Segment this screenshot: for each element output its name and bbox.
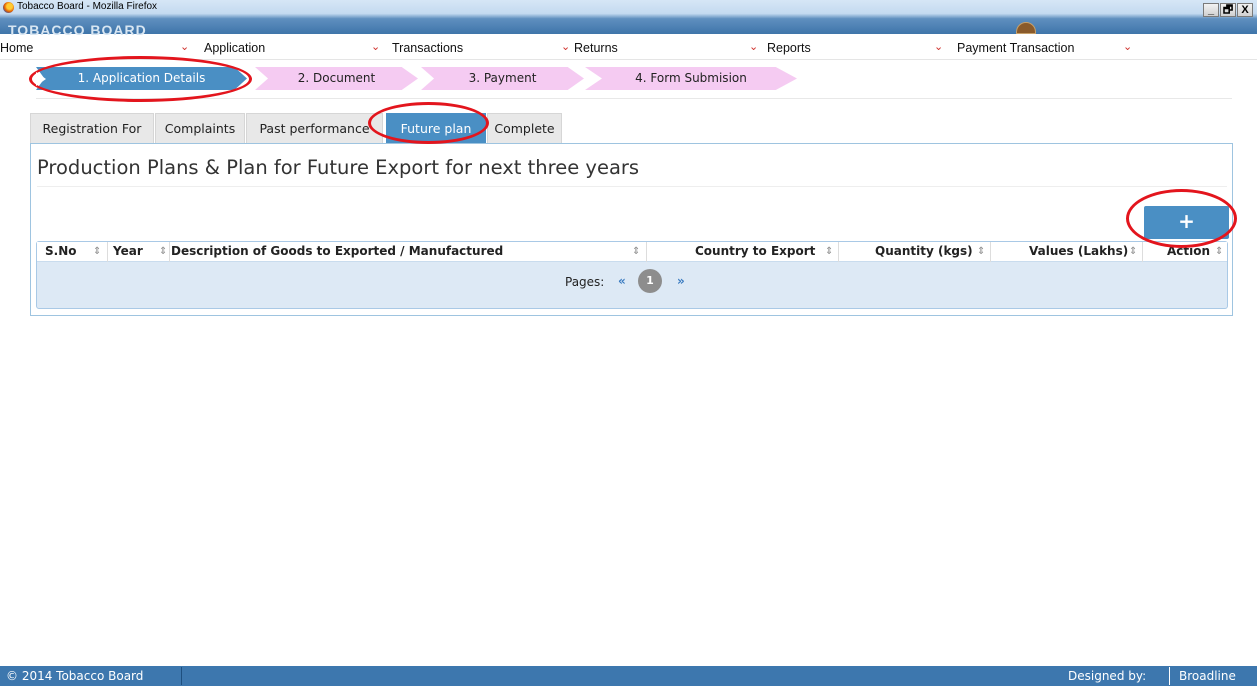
wizard-step-form-submission[interactable]: 4. Form Submision — [585, 67, 797, 90]
column-header-label: Year — [113, 244, 143, 258]
wizard-step-label: 4. Form Submision — [635, 71, 747, 85]
chevron-down-icon: ⌄ — [371, 41, 381, 53]
sort-icon: ⇕ — [159, 246, 168, 257]
emblem-icon — [1016, 22, 1036, 34]
wizard-step-application-details[interactable]: 1. Application Details — [36, 67, 247, 90]
wizard-step-label: 2. Document — [297, 71, 376, 85]
column-header-label: S.No — [45, 244, 77, 258]
restore-button[interactable]: 🗗 — [1220, 3, 1236, 17]
sort-icon: ⇕ — [825, 246, 834, 257]
wizard-step-label: 1. Application Details — [77, 71, 206, 85]
column-header-values[interactable]: Values (Lakhs) ⇕ — [991, 242, 1143, 262]
chevron-down-icon: ⌄ — [561, 41, 571, 53]
divider — [181, 667, 182, 685]
application-wizard: 1. Application Details 2. Document 3. Pa… — [0, 60, 1257, 100]
column-header-description[interactable]: Description of Goods to Exported / Manuf… — [170, 242, 647, 262]
menu-reports-label: Reports — [767, 41, 811, 55]
pager-next-button[interactable]: » — [677, 274, 685, 288]
window-title: Tobacco Board - Mozilla Firefox — [17, 1, 158, 12]
window-title-bar: Tobacco Board - Mozilla Firefox TOBACCO … — [0, 0, 1257, 38]
minimize-button[interactable]: _ — [1203, 3, 1219, 17]
pager: Pages: « 1 » — [37, 268, 1227, 298]
column-header-label: Action — [1167, 244, 1211, 258]
menu-payment-transaction[interactable]: Payment Transaction ⌄ — [952, 39, 1142, 57]
header-brand-logo: TOBACCO BOARD — [8, 22, 147, 38]
tab-registration-for[interactable]: Registration For — [30, 113, 154, 143]
future-plan-grid: S.No ⇕ Year ⇕ Description of Goods to Ex… — [36, 241, 1228, 309]
window-controls: _ 🗗 X — [1203, 3, 1253, 17]
sort-icon: ⇕ — [977, 246, 986, 257]
future-plan-panel: Production Plans & Plan for Future Expor… — [30, 143, 1233, 316]
step-arrow-icon — [36, 72, 46, 86]
pager-label: Pages: — [565, 275, 605, 289]
chevron-down-icon: ⌄ — [749, 41, 759, 53]
menu-returns[interactable]: Returns ⌄ — [572, 39, 762, 57]
footer-designed-by: Designed by: — [1068, 669, 1147, 683]
menu-reports[interactable]: Reports ⌄ — [762, 39, 952, 57]
chevron-down-icon: ⌄ — [180, 41, 190, 53]
divider — [36, 98, 1232, 99]
sort-icon: ⇕ — [1215, 246, 1224, 257]
close-window-button[interactable]: X — [1237, 3, 1253, 17]
main-menu-bar: Home ⌄ Application ⌄ Transactions ⌄ Retu… — [0, 37, 1257, 60]
chevron-down-icon: ⌄ — [1123, 41, 1133, 53]
menu-transactions-label: Transactions — [392, 41, 464, 55]
tab-complaints[interactable]: Complaints — [155, 113, 245, 143]
menu-transactions[interactable]: Transactions ⌄ — [382, 39, 572, 57]
menu-application-label: Application — [204, 41, 266, 55]
divider — [37, 186, 1227, 187]
column-header-label: Values (Lakhs) — [1029, 244, 1129, 258]
column-header-label: Quantity (kgs) — [875, 244, 973, 258]
column-header-label: Description of Goods to Exported / Manuf… — [171, 244, 504, 258]
menu-application[interactable]: Application ⌄ — [192, 39, 382, 57]
firefox-icon — [3, 2, 14, 13]
sort-icon: ⇕ — [632, 246, 641, 257]
pager-page-current[interactable]: 1 — [638, 269, 662, 293]
tab-past-performance[interactable]: Past performance — [246, 113, 383, 143]
sort-icon: ⇕ — [1129, 246, 1138, 257]
column-header-year[interactable]: Year ⇕ — [108, 242, 170, 262]
sort-icon: ⇕ — [93, 246, 102, 257]
column-header-country[interactable]: Country to Export ⇕ — [647, 242, 839, 262]
menu-home-label: Home — [0, 41, 34, 55]
grid-header: S.No ⇕ Year ⇕ Description of Goods to Ex… — [37, 242, 1227, 262]
column-header-action[interactable]: Action ⇕ — [1143, 242, 1227, 262]
menu-payment-transaction-label: Payment Transaction — [957, 41, 1075, 55]
wizard-step-document[interactable]: 2. Document — [255, 67, 418, 90]
page-footer: © 2014 Tobacco Board Designed by: Broadl… — [0, 666, 1257, 686]
wizard-step-payment[interactable]: 3. Payment — [421, 67, 584, 90]
panel-title: Production Plans & Plan for Future Expor… — [37, 156, 640, 179]
column-header-quantity[interactable]: Quantity (kgs) ⇕ — [839, 242, 991, 262]
footer-brand-link[interactable]: Broadline — [1179, 666, 1236, 686]
menu-returns-label: Returns — [574, 41, 618, 55]
tab-future-plan[interactable]: Future plan — [386, 113, 486, 143]
wizard-step-label: 3. Payment — [468, 71, 537, 85]
column-header-sno[interactable]: S.No ⇕ — [37, 242, 108, 262]
column-header-label: Country to Export — [695, 244, 816, 258]
footer-copyright: © 2014 Tobacco Board — [6, 669, 144, 683]
menu-home[interactable]: Home ⌄ — [0, 39, 192, 57]
add-row-button[interactable]: + — [1144, 206, 1229, 239]
divider — [1169, 667, 1170, 685]
chevron-down-icon: ⌄ — [934, 41, 944, 53]
tab-complete[interactable]: Complete — [487, 113, 562, 143]
pager-prev-button[interactable]: « — [618, 274, 626, 288]
